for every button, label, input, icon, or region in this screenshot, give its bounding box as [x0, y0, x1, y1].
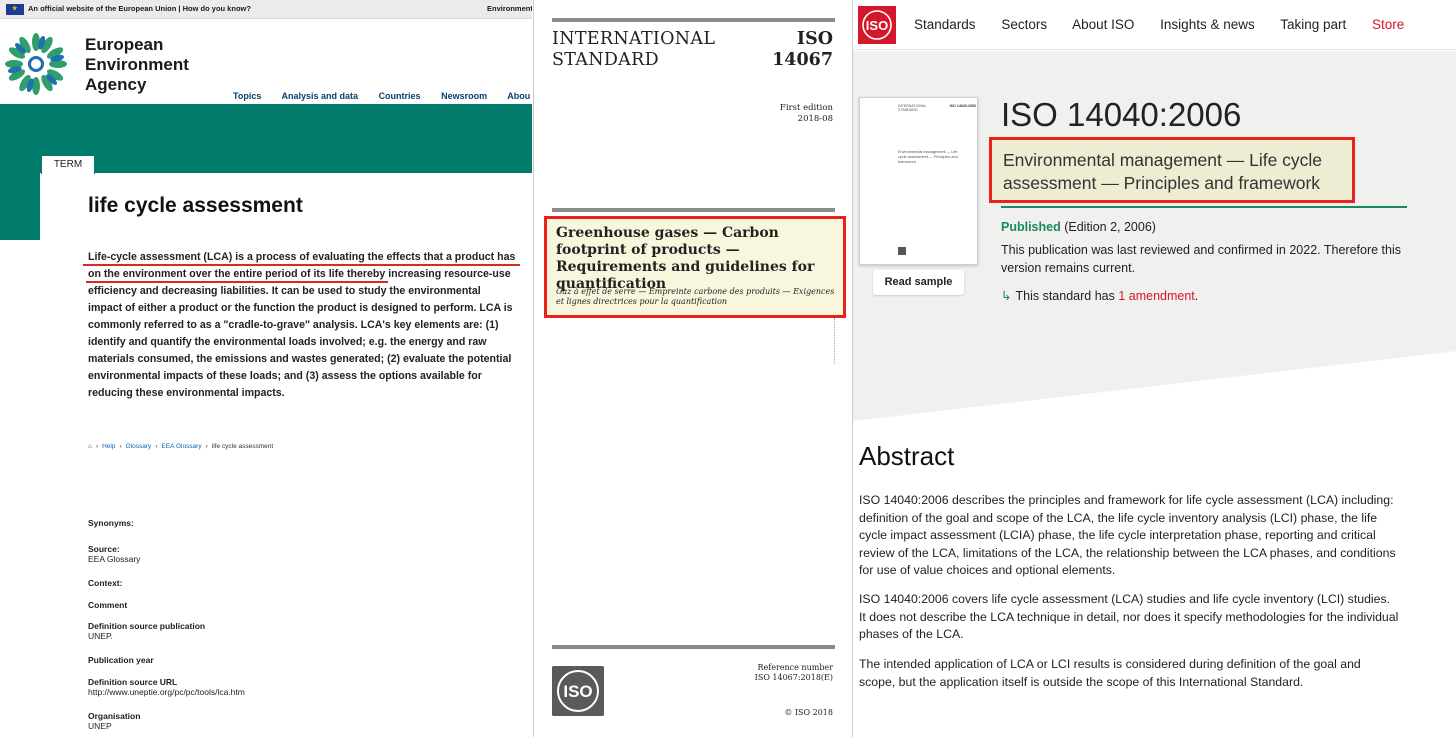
site-header: ISO Standards Sectors About ISO Insights… — [853, 0, 1456, 50]
nav-newsroom[interactable]: Newsroom — [441, 91, 487, 101]
amendment-link[interactable]: 1 amendment — [1118, 289, 1194, 303]
highlighted-title-box: Greenhouse gases — Carbon footprint of p… — [544, 216, 846, 318]
breadcrumb: ⌂ › Help › Glossary › EEA Glossary › life cycle … — [88, 443, 273, 450]
publication-status: Published (Edition 2, 2006) — [1001, 220, 1156, 234]
title-underline — [1001, 206, 1407, 208]
chevron-right-icon: › — [119, 443, 122, 450]
definition-rest: thereby increasing resource-use efficien… — [88, 268, 513, 399]
standard-number: ISO 14067 — [772, 29, 833, 70]
copyright: © ISO 2018 — [784, 708, 833, 717]
eea-main-nav: Topics Analysis and data Countries Newsr… — [233, 91, 532, 101]
red-underline-annotation — [83, 264, 520, 266]
breadcrumb-glossary[interactable]: Glossary — [126, 443, 152, 450]
svg-text:ISO: ISO — [866, 18, 888, 33]
eea-logo-icon[interactable] — [4, 30, 68, 98]
read-sample-button[interactable]: Read sample — [873, 270, 964, 295]
chevron-right-icon: › — [95, 443, 99, 450]
edition-info: First edition 2018-08 — [779, 103, 833, 124]
title-french: Gaz à effet de serre — Empreinte carbone… — [556, 287, 835, 306]
top-rule — [552, 18, 835, 22]
review-notice: This publication was last reviewed and c… — [1001, 243, 1401, 275]
menu-store[interactable]: Store — [1372, 17, 1404, 32]
comment-field: Comment — [88, 600, 128, 610]
iso-logo-icon[interactable]: ISO — [858, 6, 896, 44]
iso-logo-icon: ISO — [552, 666, 604, 716]
menu-insights-news[interactable]: Insights & news — [1160, 17, 1255, 32]
reference-number: Reference number ISO 14067:2018(E) — [754, 663, 833, 682]
eu-flag-icon — [6, 4, 24, 15]
definition-source-url-field: Definition source URL http://www.uneptie.… — [88, 677, 245, 697]
chevron-right-icon: › — [155, 443, 158, 450]
iso-standard-page: ISO Standards Sectors About ISO Insights… — [852, 0, 1456, 737]
standard-title: Environmental management — Life cycle as… — [1003, 150, 1323, 193]
page-title: life cycle assessment — [88, 194, 303, 217]
synonyms-field: Synonyms: — [88, 518, 134, 528]
publication-year-field: Publication year — [88, 655, 154, 665]
organisation-field: Organisation UNEP — [88, 711, 141, 731]
bottom-rule — [552, 645, 835, 649]
abstract-paragraph: ISO 14040:2006 describes the principles … — [859, 493, 1396, 577]
menu-sectors[interactable]: Sectors — [1001, 17, 1047, 32]
context-field: Context: — [88, 578, 123, 588]
breadcrumb-eea-glossary[interactable]: EEA Glossary — [161, 443, 201, 450]
eea-brand-name[interactable]: European Environment Agency — [85, 35, 189, 95]
title-english: Greenhouse gases — Carbon footprint of p… — [556, 225, 815, 292]
nav-about[interactable]: Abou — [507, 91, 530, 101]
eu-official-bar: An official website of the European Unio… — [0, 0, 532, 19]
red-underline-annotation — [86, 281, 388, 283]
abstract-heading: Abstract — [859, 441, 955, 471]
thumb-iso-logo-icon — [898, 247, 906, 255]
international-standard-label: INTERNATIONAL STANDARD — [552, 29, 716, 70]
nav-analysis-and-data[interactable]: Analysis and data — [282, 91, 359, 101]
standard-id: ISO 14040:2006 — [1001, 96, 1242, 133]
environmental-link-truncated[interactable]: Environmental i — [487, 4, 532, 13]
abstract-paragraph: ISO 14040:2006 covers life cycle assessm… — [859, 592, 1399, 641]
abstract-paragraph: The intended application of LCA or LCI r… — [859, 657, 1361, 689]
source-field: Source: EEA Glossary — [88, 544, 141, 564]
chevron-right-icon: › — [205, 443, 208, 450]
amendment-info: ↳ This standard has 1 amendment. — [1001, 289, 1199, 303]
svg-text:ISO: ISO — [563, 682, 592, 701]
status-badge: Published — [1001, 220, 1061, 234]
breadcrumb-help[interactable]: Help — [102, 443, 115, 450]
official-site-notice[interactable]: An official website of the European Unio… — [28, 4, 251, 13]
standard-cover-thumbnail[interactable]: INTERNATIONAL STANDARD ISO 14040:2006 En… — [859, 97, 978, 265]
eea-glossary-panel: An official website of the European Unio… — [0, 0, 532, 737]
term-tag: TERM — [41, 155, 95, 174]
menu-taking-part[interactable]: Taking part — [1280, 17, 1346, 32]
dotted-divider — [834, 318, 835, 364]
nav-countries[interactable]: Countries — [379, 91, 421, 101]
breadcrumb-current: life cycle assessment — [211, 443, 274, 450]
iso-14067-cover-page: INTERNATIONAL STANDARD ISO 14067 First e… — [533, 0, 851, 737]
return-arrow-icon: ↳ — [1001, 289, 1012, 303]
main-menu: Standards Sectors About ISO Insights & n… — [914, 17, 1426, 32]
title-rule — [552, 208, 835, 212]
nav-topics[interactable]: Topics — [233, 91, 261, 101]
menu-about-iso[interactable]: About ISO — [1072, 17, 1134, 32]
menu-standards[interactable]: Standards — [914, 17, 976, 32]
highlighted-subtitle-box: Environmental management — Life cycle as… — [989, 137, 1355, 203]
definition-source-url-link[interactable]: http://www.uneptie.org/pc/pc/tools/lca.h… — [88, 687, 245, 697]
term-definition: Life-cycle assessment (LCA) is a process… — [88, 249, 516, 402]
home-icon[interactable]: ⌂ — [88, 443, 92, 450]
definition-source-publication-field: Definition source publication UNEP. — [88, 621, 206, 641]
